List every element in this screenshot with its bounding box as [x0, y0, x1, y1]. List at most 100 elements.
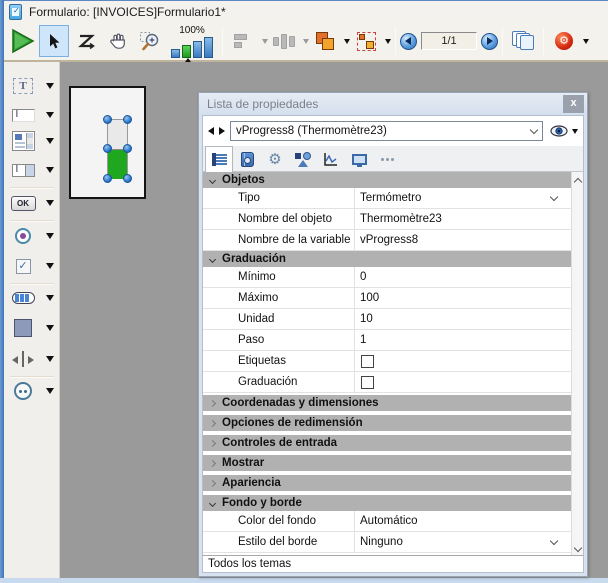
tool-dropdown-arrow[interactable] [46, 112, 54, 118]
select-tool-button[interactable] [39, 25, 69, 57]
scroll-down-arrow[interactable] [573, 544, 581, 552]
nombre-variable-value[interactable]: vProgress8 [355, 230, 571, 250]
tool-dropdown-arrow[interactable] [46, 233, 54, 239]
tab-general[interactable] [205, 146, 233, 172]
unidad-value[interactable]: 10 [355, 309, 571, 329]
pan-hand-button[interactable] [103, 25, 133, 57]
tab-details[interactable] [233, 147, 261, 171]
tool-dropdown-arrow[interactable] [46, 356, 54, 362]
section-header-fondo-borde[interactable]: Fondo y borde [203, 495, 571, 511]
tool-dropdown-arrow[interactable] [46, 295, 54, 301]
distribute-button[interactable] [269, 25, 299, 57]
tool-combo-box[interactable] [10, 159, 56, 181]
tool-shape[interactable] [10, 317, 56, 339]
zoom-level-bars-icon [171, 36, 213, 58]
pages-stack-button[interactable] [508, 25, 538, 57]
selection-zone-button[interactable] [351, 25, 381, 57]
selection-handle-mid-right[interactable] [123, 144, 132, 153]
section-header-controles[interactable]: Controles de entrada [203, 435, 571, 451]
paso-value[interactable]: 1 [355, 330, 571, 350]
zoom-level-control[interactable]: 100% [171, 25, 213, 58]
splitter-icon [12, 351, 34, 367]
tool-checkbox[interactable]: ✓ [10, 255, 56, 277]
tab-settings[interactable]: ⚙ [261, 147, 289, 171]
visibility-filter-button[interactable] [550, 125, 578, 137]
tool-list-box[interactable] [10, 130, 56, 152]
chevron-down-icon[interactable] [550, 192, 558, 200]
section-header-redimension[interactable]: Opciones de redimensión [203, 415, 571, 431]
minimo-value[interactable]: 0 [355, 267, 571, 287]
tool-dropdown-arrow[interactable] [46, 167, 54, 173]
tool-progress-bar[interactable] [10, 287, 56, 309]
section-header-coordenadas[interactable]: Coordenadas y dimensiones [203, 395, 571, 411]
tab-display[interactable] [345, 147, 373, 171]
tool-dropdown-arrow[interactable] [46, 263, 54, 269]
graduacion-checkbox[interactable] [361, 376, 374, 389]
property-label: Unidad [203, 309, 355, 329]
control-selector-combo[interactable]: vProgress8 (Thermomètre23) [230, 121, 543, 141]
tool-dropdown-arrow[interactable] [46, 200, 54, 206]
align-button[interactable] [228, 25, 258, 57]
section-header-mostrar[interactable]: Mostrar [203, 455, 571, 471]
maximo-value[interactable]: 100 [355, 288, 571, 308]
shapes-icon [295, 152, 311, 167]
property-value: Automático [360, 515, 418, 527]
property-row-etiquetas: Etiquetas [203, 351, 571, 372]
tool-dial[interactable] [10, 380, 56, 402]
form-page[interactable] [69, 86, 146, 199]
order-dropdown-arrow[interactable] [344, 39, 350, 44]
panel-title: Lista de propiedades [207, 97, 318, 111]
color-fondo-value[interactable]: Automático [355, 511, 571, 531]
tool-ok-button[interactable]: OK [10, 192, 56, 214]
tool-dropdown-arrow[interactable] [46, 138, 54, 144]
next-page-button[interactable] [481, 33, 498, 50]
play-icon [9, 28, 35, 54]
etiquetas-checkbox[interactable] [361, 355, 374, 368]
tab-more[interactable] [373, 147, 401, 171]
zoom-tool-button[interactable] [135, 25, 165, 57]
panel-scrollbar[interactable] [571, 172, 583, 555]
section-header-apariencia[interactable]: Apariencia [203, 475, 571, 491]
panel-close-button[interactable]: x [563, 95, 584, 113]
tool-static-label[interactable]: T [10, 75, 56, 97]
selection-handle-top-right[interactable] [123, 115, 132, 124]
next-control-button[interactable] [219, 127, 225, 135]
design-canvas[interactable]: Lista de propiedades x vProgress8 (Therm… [60, 62, 608, 578]
properties-panel-titlebar[interactable]: Lista de propiedades x [199, 93, 587, 115]
selection-zone-dropdown-arrow[interactable] [385, 39, 391, 44]
toolbar-separator [502, 27, 503, 55]
run-test-button[interactable] [7, 25, 37, 57]
tool-dropdown-arrow[interactable] [46, 83, 54, 89]
tab-order-button[interactable] [71, 25, 101, 57]
previous-page-button[interactable] [400, 33, 417, 50]
section-header-objetos[interactable]: Objetos [203, 172, 571, 188]
tool-dropdown-arrow[interactable] [46, 325, 54, 331]
tab-style[interactable] [289, 147, 317, 171]
tool-splitter[interactable] [10, 348, 56, 370]
tool-dropdown-arrow[interactable] [46, 388, 54, 394]
estilo-borde-value[interactable]: Ninguno [355, 532, 571, 552]
scroll-up-arrow[interactable] [573, 178, 581, 186]
visibility-dropdown-arrow[interactable] [572, 129, 578, 134]
previous-control-button[interactable] [208, 127, 214, 135]
options-button[interactable]: ⚙ [549, 25, 579, 57]
tool-edit-field[interactable] [10, 104, 56, 126]
distribute-dropdown-arrow[interactable] [303, 39, 309, 44]
selection-handle-top-left[interactable] [103, 115, 112, 124]
align-dropdown-arrow[interactable] [262, 39, 268, 44]
selection-handle-bottom-left[interactable] [103, 174, 112, 183]
chevron-down-icon[interactable] [550, 536, 558, 544]
page-indicator-field[interactable]: 1/1 [421, 32, 477, 50]
options-dropdown-arrow[interactable] [583, 39, 589, 44]
order-overlap-button[interactable] [310, 25, 340, 57]
tipo-value[interactable]: Termómetro [355, 188, 571, 208]
section-header-graduacion[interactable]: Graduación [203, 251, 571, 267]
selection-handle-mid-left[interactable] [103, 144, 112, 153]
selection-handle-bottom-right[interactable] [123, 174, 132, 183]
zoom-level-marker [185, 58, 191, 62]
tab-chart[interactable] [317, 147, 345, 171]
distribute-icon [273, 32, 295, 50]
property-row-estilo-borde: Estilo del borde Ninguno [203, 532, 571, 553]
tool-radio-button[interactable] [10, 225, 56, 247]
nombre-objeto-value[interactable]: Thermomètre23 [355, 209, 571, 229]
